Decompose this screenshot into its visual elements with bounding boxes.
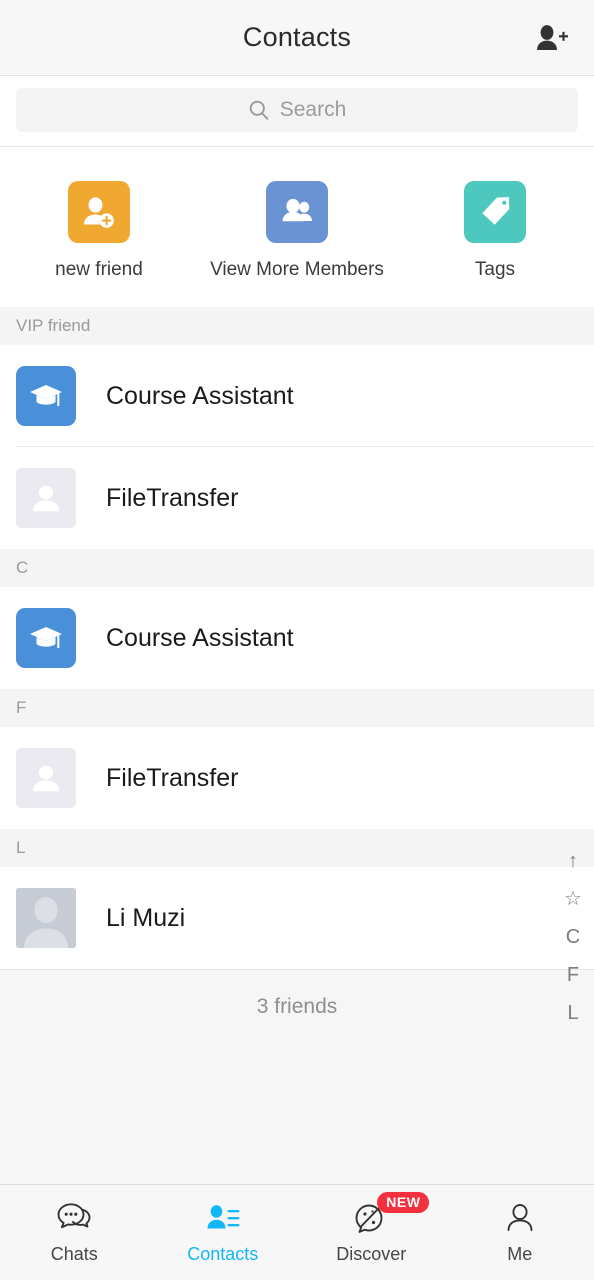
contact-name: Course Assistant — [106, 623, 294, 652]
new-friend-tile-icon — [68, 181, 130, 243]
section-header-f: F — [0, 689, 594, 727]
tab-contacts[interactable]: Contacts — [149, 1185, 298, 1280]
index-letter-f[interactable]: F — [560, 965, 586, 985]
quick-action-new-friend[interactable]: new friend — [0, 181, 198, 281]
search-placeholder: Search — [279, 98, 347, 121]
contact-row[interactable]: FileTransfer — [0, 447, 594, 549]
person-add-icon — [537, 24, 568, 50]
contact-row[interactable]: Course Assistant — [0, 587, 594, 689]
contact-name: Course Assistant — [106, 381, 294, 410]
quick-actions: new friend View More Members Tags — [0, 147, 594, 307]
search-icon — [249, 100, 269, 120]
tag-icon — [482, 197, 510, 225]
app-header: Contacts — [0, 0, 594, 76]
search-input[interactable]: Search — [16, 88, 578, 132]
alphabet-index-bar[interactable]: ↑ ☆ C F L — [560, 851, 586, 1023]
file-transfer-avatar — [32, 485, 60, 512]
tab-me[interactable]: Me — [446, 1185, 594, 1280]
bottom-tab-bar: Chats Contacts NEW Discover Me — [0, 1184, 594, 1280]
new-badge: NEW — [377, 1192, 430, 1213]
tags-tile-icon — [464, 181, 526, 243]
contact-row[interactable]: Course Assistant — [0, 345, 594, 447]
person-outline-icon — [507, 1203, 533, 1231]
avatar — [16, 608, 76, 668]
index-letter-c[interactable]: C — [560, 927, 586, 947]
person-add-icon — [84, 197, 114, 228]
quick-action-label: Tags — [474, 259, 516, 280]
contacts-person-list-icon — [207, 1205, 240, 1229]
chat-bubbles-icon-wrap — [54, 1200, 94, 1236]
quick-action-view-more-members[interactable]: View More Members — [198, 181, 396, 281]
avatar — [16, 366, 76, 426]
arrow-up-icon[interactable]: ↑ — [560, 851, 586, 871]
list-empty-space — [0, 1043, 594, 1184]
contact-name: FileTransfer — [106, 763, 239, 792]
section-header-c: C — [0, 549, 594, 587]
contact-list: VIP friend Course Assistant FileTransfer — [0, 307, 594, 1184]
avatar — [16, 468, 76, 528]
contact-name: FileTransfer — [106, 483, 239, 512]
tab-label: Discover — [336, 1244, 407, 1264]
contacts-screen: Contacts Search new friend View More Mem… — [0, 0, 594, 1280]
friends-count: 3 friends — [0, 969, 594, 1043]
chat-bubbles-icon — [57, 1203, 91, 1229]
contact-row[interactable]: Li Muzi — [0, 867, 594, 969]
person-outline-icon-wrap — [500, 1200, 540, 1236]
graduation-cap-avatar — [30, 627, 62, 648]
contacts-person-list-icon-wrap — [203, 1200, 243, 1236]
avatar — [16, 748, 76, 808]
tab-chats[interactable]: Chats — [0, 1185, 149, 1280]
avatar — [16, 888, 76, 948]
view-more-members-tile-icon — [266, 181, 328, 243]
contact-row[interactable]: FileTransfer — [0, 727, 594, 829]
contact-name: Li Muzi — [106, 903, 186, 932]
page-title: Contacts — [242, 22, 352, 52]
discover-planet-icon-wrap: NEW — [351, 1192, 430, 1236]
file-transfer-avatar — [32, 765, 60, 792]
index-letter-l[interactable]: L — [560, 1003, 586, 1023]
tab-label: Contacts — [187, 1244, 259, 1264]
tab-label: Me — [507, 1244, 533, 1264]
tab-label: Chats — [50, 1244, 98, 1264]
quick-action-tags[interactable]: Tags — [396, 181, 594, 281]
quick-action-label: new friend — [55, 259, 143, 280]
section-header-vip: VIP friend — [0, 307, 594, 345]
group-people-icon — [282, 198, 312, 222]
search-bar-container: Search — [0, 76, 594, 147]
tab-discover[interactable]: NEW Discover — [297, 1185, 446, 1280]
star-icon[interactable]: ☆ — [560, 889, 586, 909]
section-header-l: L — [0, 829, 594, 867]
default-person-avatar — [16, 888, 76, 948]
graduation-cap-avatar — [30, 385, 62, 406]
add-contact-button[interactable] — [528, 18, 574, 58]
quick-action-label: View More Members — [210, 259, 384, 280]
